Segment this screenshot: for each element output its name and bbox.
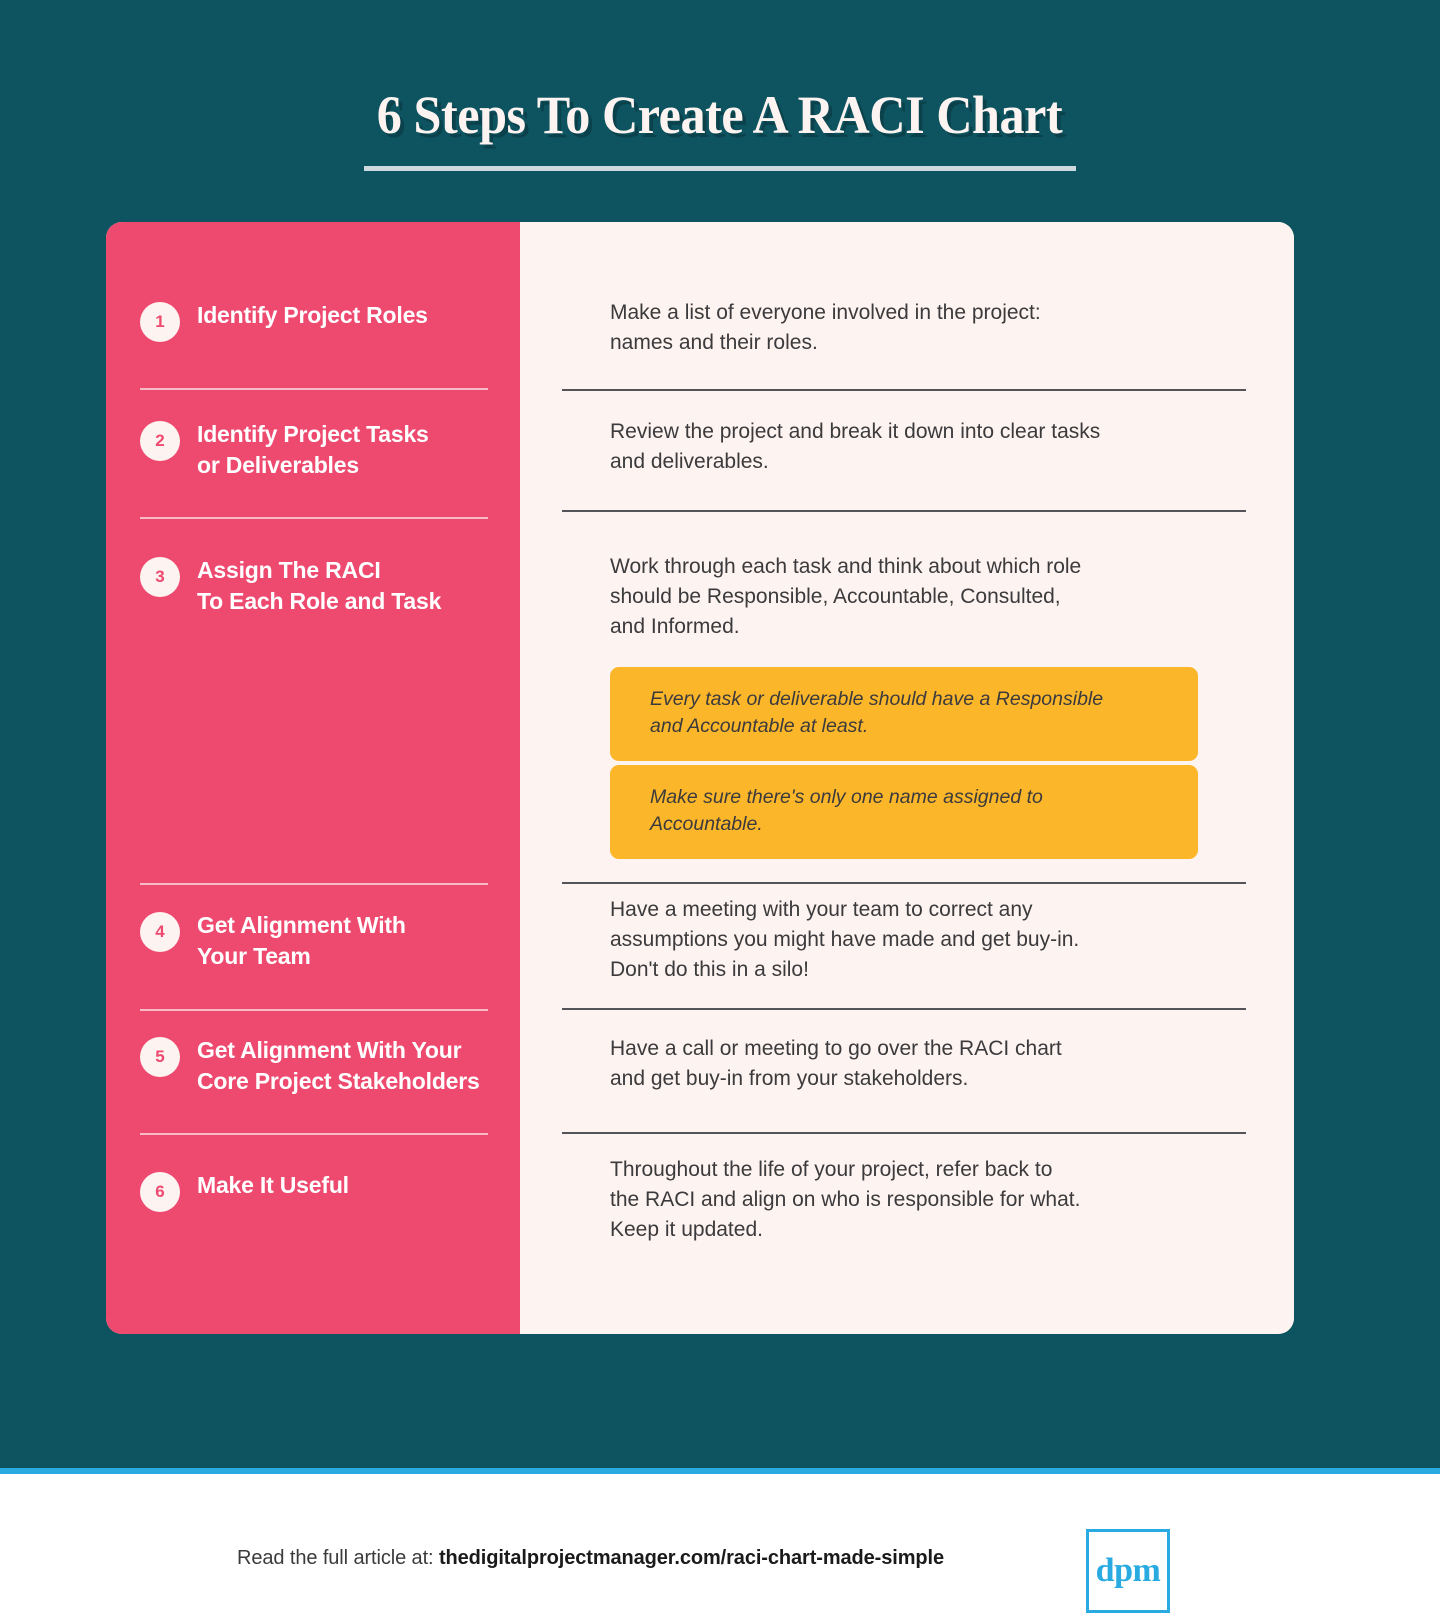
step-description-6: Throughout the life of your project, ref…: [610, 1158, 1081, 1241]
right-divider-3: [562, 882, 1246, 884]
step-description-4: Have a meeting with your team to correct…: [610, 898, 1080, 981]
step-row-6[interactable]: 6 Make It Useful: [140, 1170, 492, 1212]
right-divider-2: [562, 510, 1246, 512]
callout-box-1: Every task or deliverable should have a …: [610, 667, 1198, 761]
step-number-badge-1: 1: [140, 302, 180, 342]
step-row-1[interactable]: 1 Identify Project Roles: [140, 300, 492, 342]
step-row-5[interactable]: 5 Get Alignment With Your Core Project S…: [140, 1035, 492, 1096]
step-number-badge-5: 5: [140, 1037, 180, 1077]
step-row-4[interactable]: 4 Get Alignment With Your Team: [140, 910, 492, 971]
step-label-4: Get Alignment With Your Team: [197, 912, 406, 969]
step-number-badge-4: 4: [140, 912, 180, 952]
step-description-1: Make a list of everyone involved in the …: [610, 301, 1041, 354]
right-divider-4: [562, 1008, 1246, 1010]
left-divider-1: [140, 388, 488, 390]
callout-box-2: Make sure there's only one name assigned…: [610, 765, 1198, 859]
step-description-2: Review the project and break it down int…: [610, 420, 1101, 473]
step-label-1: Identify Project Roles: [197, 302, 428, 328]
footer: Read the full article at: thedigitalproj…: [0, 1474, 1440, 1620]
left-divider-2: [140, 517, 488, 519]
infographic-poster: 6 Steps To Create A RACI Chart 1 Identif…: [0, 0, 1440, 1620]
right-divider-5: [562, 1132, 1246, 1134]
steps-card: 1 Identify Project Roles 2 Identify Proj…: [106, 222, 1294, 1334]
dpm-logo[interactable]: dpm: [1086, 1529, 1170, 1613]
title-underline: [364, 166, 1076, 171]
step-label-2: Identify Project Tasks or Deliverables: [197, 421, 429, 478]
step-row-3[interactable]: 3 Assign The RACI To Each Role and Task: [140, 555, 492, 616]
footer-url[interactable]: thedigitalprojectmanager.com/raci-chart-…: [439, 1547, 944, 1569]
step-description-5: Have a call or meeting to go over the RA…: [610, 1037, 1062, 1090]
step-row-2[interactable]: 2 Identify Project Tasks or Deliverables: [140, 419, 492, 480]
left-divider-3: [140, 883, 488, 885]
step-label-3: Assign The RACI To Each Role and Task: [197, 557, 442, 614]
dpm-logo-text: dpm: [1095, 1552, 1161, 1589]
step-number-badge-2: 2: [140, 421, 180, 461]
step-number-badge-3: 3: [140, 557, 180, 597]
step-label-6: Make It Useful: [197, 1172, 349, 1198]
left-divider-4: [140, 1009, 488, 1011]
step-label-5: Get Alignment With Your Core Project Sta…: [197, 1037, 480, 1094]
right-divider-1: [562, 389, 1246, 391]
footer-lead-text: Read the full article at:: [237, 1547, 439, 1569]
left-divider-5: [140, 1133, 488, 1135]
step-description-3: Work through each task and think about w…: [610, 555, 1082, 638]
page-title-container: 6 Steps To Create A RACI Chart: [0, 85, 1440, 145]
footer-article-line: Read the full article at: thedigitalproj…: [237, 1547, 944, 1570]
page-title: 6 Steps To Create A RACI Chart: [377, 85, 1063, 145]
steps-right-column: Make a list of everyone involved in the …: [520, 222, 1294, 1334]
step-number-badge-6: 6: [140, 1172, 180, 1212]
steps-left-column: 1 Identify Project Roles 2 Identify Proj…: [106, 222, 520, 1334]
